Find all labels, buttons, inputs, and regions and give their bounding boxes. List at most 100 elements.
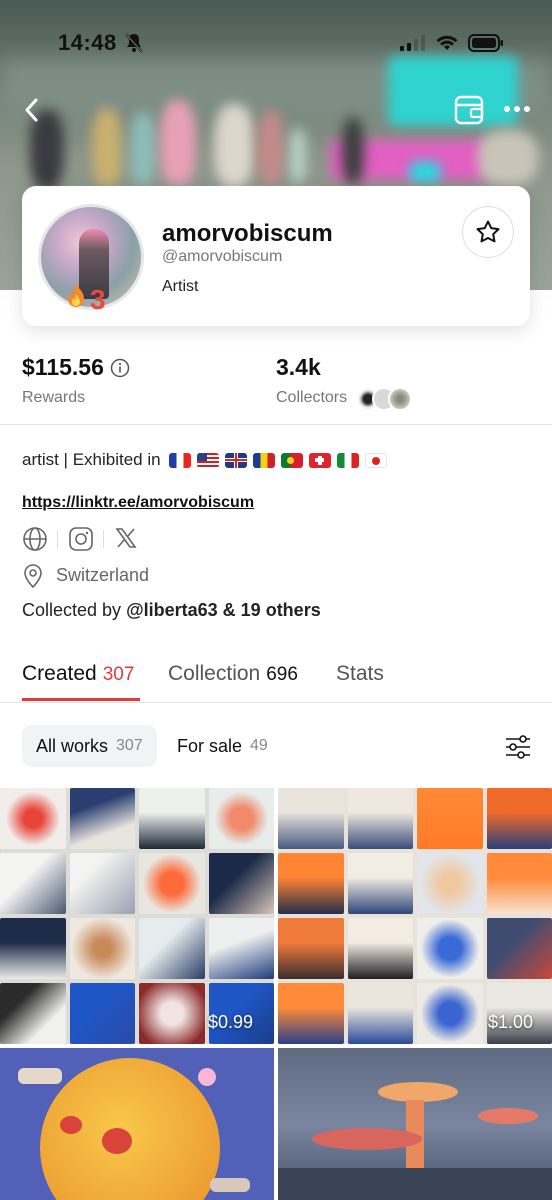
collected-by-prefix: Collected by: [22, 600, 122, 620]
wifi-icon: [436, 35, 458, 50]
filter-all-works[interactable]: All works 307: [22, 725, 157, 767]
artwork-thumbnail: [139, 918, 205, 979]
instagram-icon[interactable]: [68, 526, 94, 552]
status-bar: 14:48: [0, 28, 552, 62]
streak-badge: 3: [64, 282, 106, 317]
more-horizontal-icon: [504, 106, 530, 112]
info-icon[interactable]: [110, 358, 130, 383]
artwork-thumbnail: [208, 788, 274, 849]
artwork-thumbnail: [486, 853, 552, 914]
collected-by-names[interactable]: @liberta63 & 19 others: [126, 600, 321, 620]
divider: [0, 702, 552, 703]
globe-icon[interactable]: [22, 526, 48, 552]
star-icon: [476, 220, 500, 243]
artwork-thumbnail: [347, 853, 413, 914]
filter-for-sale[interactable]: For sale 49: [163, 725, 282, 767]
more-options-button[interactable]: [502, 102, 532, 116]
collectors-value[interactable]: 3.4k: [276, 354, 321, 381]
tab-count: 307: [102, 664, 135, 685]
fire-icon: [64, 282, 88, 317]
artwork-thumbnail: [69, 983, 135, 1044]
artwork-thumbnail: [347, 918, 413, 979]
x-twitter-icon[interactable]: [114, 526, 140, 552]
artwork-thumbnail: [139, 788, 205, 849]
status-time: 14:48: [58, 30, 117, 55]
artwork-thumbnail: [486, 918, 552, 979]
artwork-thumbnail: [347, 983, 413, 1044]
chip-label: For sale: [177, 735, 243, 756]
artwork-tile[interactable]: [278, 1048, 552, 1200]
japan-flag-icon: [364, 452, 387, 468]
artwork-thumbnail: [139, 983, 205, 1044]
collected-by[interactable]: Collected by @liberta63 & 19 others: [22, 600, 321, 621]
portugal-flag-icon: [280, 452, 303, 468]
artwork-thumbnail: [278, 853, 344, 914]
divider: [0, 424, 552, 425]
tab-created[interactable]: Created 307: [22, 662, 134, 686]
chip-count: 307: [116, 737, 143, 754]
chip-count: 49: [250, 737, 268, 754]
back-button[interactable]: [20, 96, 44, 124]
collector-avatars[interactable]: [356, 387, 416, 411]
price-label: $0.99: [208, 1012, 254, 1032]
artwork-thumbnail: [486, 788, 552, 849]
artwork-thumbnail: [278, 983, 344, 1044]
france-flag-icon: [168, 452, 191, 468]
tab-count: 696: [266, 664, 298, 685]
artwork-thumbnail: [69, 918, 135, 979]
tab-label: Created: [22, 662, 97, 685]
artwork-thumbnail: [139, 853, 205, 914]
artwork-thumbnail: [208, 918, 274, 979]
artwork-thumbnail: [417, 983, 483, 1044]
collectors-label[interactable]: Collectors: [276, 389, 347, 407]
wallet-button[interactable]: [454, 94, 484, 126]
artwork-thumbnail: [417, 853, 483, 914]
artwork-thumbnail: [0, 918, 66, 979]
rewards-value: $115.56: [22, 354, 104, 380]
bell-muted-icon: [124, 32, 144, 59]
location-pin-icon: [22, 563, 44, 594]
artwork-thumbnail: [417, 918, 483, 979]
artwork-thumbnail: [69, 853, 135, 914]
artwork-tile[interactable]: [0, 1048, 274, 1200]
artwork-thumbnail: [278, 788, 344, 849]
tab-label: Collection: [168, 662, 261, 685]
location-text: Switzerland: [56, 565, 150, 585]
username: amorvobiscum: [162, 220, 333, 247]
tab-label: Stats: [336, 662, 384, 685]
artwork-tile[interactable]: [0, 788, 274, 1044]
divider: [57, 530, 58, 548]
bio-text: artist | Exhibited in: [22, 450, 161, 469]
chevron-left-icon: [25, 98, 38, 122]
cellular-signal-icon: [400, 35, 425, 51]
artwork-thumbnail: [0, 853, 66, 914]
battery-icon: [468, 34, 503, 52]
streak-count: 3: [90, 283, 106, 315]
artwork-tile[interactable]: [278, 788, 552, 1044]
price-label: $1.00: [488, 1012, 534, 1032]
bio: artist | Exhibited in: [22, 450, 387, 470]
collector-avatar: [388, 387, 412, 411]
romania-flag-icon: [252, 452, 275, 468]
artwork-thumbnail: [278, 918, 344, 979]
rewards-label: Rewards: [22, 389, 86, 406]
active-tab-indicator: [22, 698, 140, 701]
tab-collection[interactable]: Collection 696: [168, 662, 298, 686]
profile-card: 3 amorvobiscum @amorvobiscum Artist: [22, 186, 530, 326]
profile-link[interactable]: https://linktr.ee/amorvobiscum: [22, 494, 254, 512]
italy-flag-icon: [336, 452, 359, 468]
switzerland-flag-icon: [308, 452, 331, 468]
artwork-thumbnail: [0, 788, 66, 849]
chip-label: All works: [36, 735, 109, 756]
wallet-icon: [454, 95, 484, 125]
divider: [103, 530, 104, 548]
filter-settings-button[interactable]: [504, 734, 532, 760]
sliders-icon: [506, 735, 530, 759]
artwork-thumbnail: [417, 788, 483, 849]
artwork-thumbnail: [69, 788, 135, 849]
tab-stats[interactable]: Stats: [336, 662, 384, 686]
user-handle: @amorvobiscum: [162, 248, 283, 265]
flag-list: [168, 452, 387, 468]
uk-flag-icon: [224, 452, 247, 468]
follow-star-button[interactable]: [462, 206, 514, 258]
